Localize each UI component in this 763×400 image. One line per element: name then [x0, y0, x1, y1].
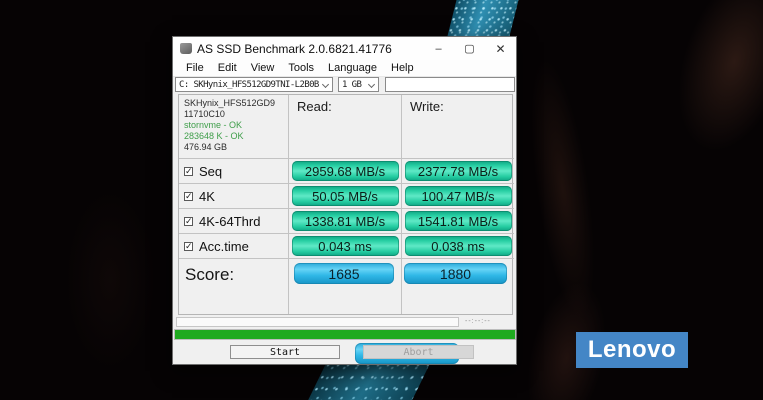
maximize-icon: ▢ — [464, 42, 474, 55]
drive-info-cell: SKHynix_HFS512GD9 11710C10 stornvme - OK… — [179, 95, 289, 159]
menu-view[interactable]: View — [244, 62, 282, 74]
score-read-value: 1685 — [294, 263, 394, 284]
score-write-value: 1880 — [404, 263, 507, 284]
close-button[interactable]: ✕ — [485, 37, 516, 60]
row-label: Seq — [199, 164, 222, 179]
lenovo-logo-text: Lenovo — [588, 336, 676, 364]
progress-bar — [174, 329, 516, 340]
chevron-down-icon — [368, 81, 375, 88]
4k64-read-cell: 1338.81 MB/s — [289, 209, 402, 234]
desktop-background: AS SSD Benchmark 2.0.6821.41776 – ▢ ✕ Fi… — [0, 0, 763, 400]
acctime-write-value: 0.038 ms — [405, 236, 512, 256]
score-write-cell: 1880 — [402, 259, 514, 314]
row-label: 4K-64Thrd — [199, 214, 260, 229]
acctime-write-cell: 0.038 ms — [402, 234, 514, 259]
minimize-icon: – — [435, 43, 441, 55]
menubar: File Edit View Tools Language Help — [173, 60, 516, 77]
drive-model: SKHynix_HFS512GD9 — [184, 98, 275, 109]
4k-read-value: 50.05 MB/s — [292, 186, 399, 206]
toolbar: C: SKHynix_HFS512GD9TNI-L2B0B 1 GB — [173, 77, 518, 93]
row-4k64thrd: 4K-64Thrd — [179, 209, 289, 234]
4k64-write-value: 1541.81 MB/s — [405, 211, 512, 231]
canyon-streak — [30, 150, 190, 400]
seq-write-cell: 2377.78 MB/s — [402, 159, 514, 184]
lenovo-logo: Lenovo — [576, 332, 688, 368]
as-ssd-benchmark-window: AS SSD Benchmark 2.0.6821.41776 – ▢ ✕ Fi… — [172, 36, 517, 365]
maximize-button[interactable]: ▢ — [454, 37, 485, 60]
canyon-streak — [610, 0, 763, 209]
menu-file[interactable]: File — [179, 62, 211, 74]
progress-fill — [175, 330, 515, 339]
test-size-select[interactable]: 1 GB — [338, 77, 379, 92]
acctime-read-cell: 0.043 ms — [289, 234, 402, 259]
chevron-down-icon — [322, 81, 329, 88]
read-header: Read: — [289, 95, 402, 159]
score-read-cell: 1685 — [289, 259, 402, 314]
close-icon: ✕ — [495, 42, 505, 56]
4k64-read-value: 1338.81 MB/s — [292, 211, 399, 231]
drive-firmware: 11710C10 — [184, 109, 225, 120]
checkbox-4k[interactable] — [184, 192, 193, 201]
drive-select-value: C: SKHynix_HFS512GD9TNI-L2B0B — [176, 80, 322, 90]
write-header: Write: — [402, 95, 514, 159]
score-label: Score: — [179, 259, 289, 314]
alignment-status: 283648 K - OK — [184, 131, 244, 142]
row-acctime: Acc.time — [179, 234, 289, 259]
drive-capacity: 476.94 GB — [184, 142, 227, 153]
abort-button[interactable]: Abort — [363, 345, 474, 359]
menu-help[interactable]: Help — [384, 62, 421, 74]
menu-edit[interactable]: Edit — [211, 62, 244, 74]
4k-write-cell: 100.47 MB/s — [402, 184, 514, 209]
acctime-read-value: 0.043 ms — [292, 236, 399, 256]
app-icon — [180, 43, 192, 54]
row-4k: 4K — [179, 184, 289, 209]
window-title: AS SSD Benchmark 2.0.6821.41776 — [197, 42, 423, 56]
status-field — [176, 317, 459, 327]
seq-read-cell: 2959.68 MB/s — [289, 159, 402, 184]
row-label: Acc.time — [199, 239, 249, 254]
driver-status: stornvme - OK — [184, 120, 242, 131]
checkbox-4k64thrd[interactable] — [184, 217, 193, 226]
checkbox-acctime[interactable] — [184, 242, 193, 251]
seq-read-value: 2959.68 MB/s — [292, 161, 399, 181]
drive-select[interactable]: C: SKHynix_HFS512GD9TNI-L2B0B — [175, 77, 333, 92]
checkbox-seq[interactable] — [184, 167, 193, 176]
glitter-band-bottom — [305, 361, 431, 400]
minimize-button[interactable]: – — [423, 37, 454, 60]
test-size-value: 1 GB — [339, 80, 368, 90]
4k-read-cell: 50.05 MB/s — [289, 184, 402, 209]
4k64-write-cell: 1541.81 MB/s — [402, 209, 514, 234]
start-button[interactable]: Start — [230, 345, 340, 359]
benchmark-table: SKHynix_HFS512GD9 11710C10 stornvme - OK… — [178, 94, 513, 315]
seq-write-value: 2377.78 MB/s — [405, 161, 512, 181]
titlebar[interactable]: AS SSD Benchmark 2.0.6821.41776 – ▢ ✕ — [173, 37, 516, 60]
menu-tools[interactable]: Tools — [281, 62, 321, 74]
toolbar-text-input[interactable] — [385, 77, 515, 92]
row-label: 4K — [199, 189, 215, 204]
4k-write-value: 100.47 MB/s — [405, 186, 512, 206]
time-remaining: --:--:-- — [465, 318, 515, 325]
menu-language[interactable]: Language — [321, 62, 384, 74]
row-seq: Seq — [179, 159, 289, 184]
